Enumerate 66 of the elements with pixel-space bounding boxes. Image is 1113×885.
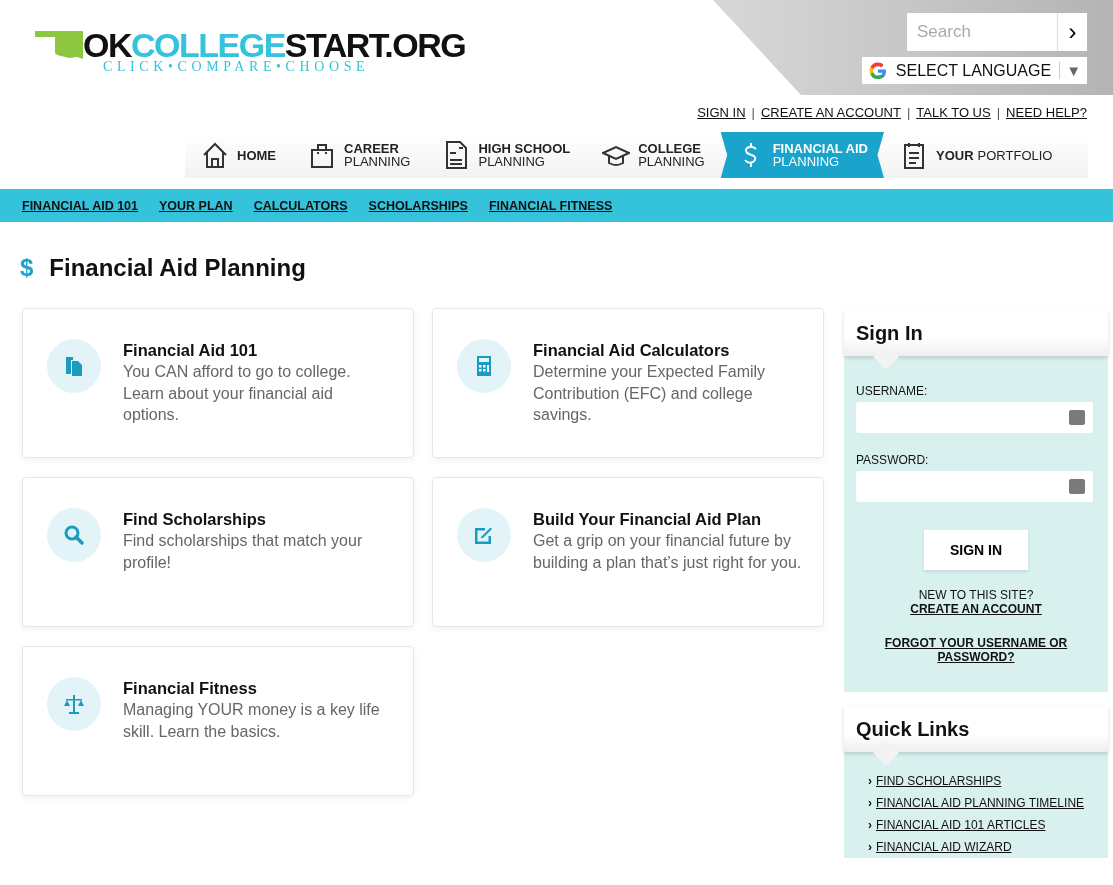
card[interactable]: Build Your Financial Aid Plan Get a grip on your financial future by building a plan that’s just right for you. <box>432 477 824 627</box>
nav-tab[interactable]: YOUR PORTFOLIO <box>884 132 1069 178</box>
logo-tagline: CLICK•COMPARE•CHOOSE <box>103 59 371 75</box>
chevron-icon: › <box>868 840 872 854</box>
subnav-link[interactable]: SCHOLARSHIPS <box>368 198 468 213</box>
nav-tab[interactable]: CAREER PLANNING <box>292 132 427 178</box>
panel-title: Sign In <box>856 321 923 345</box>
chevron-icon: › <box>868 796 872 810</box>
card-title: Build Your Financial Aid Plan <box>533 510 762 529</box>
sign-in-button[interactable]: SIGN IN <box>923 530 1029 570</box>
card-title: Financial Aid 101 <box>123 341 259 360</box>
edit-icon <box>457 508 511 562</box>
card-title: Find Scholarships <box>123 510 268 529</box>
search-icon <box>47 508 101 562</box>
card[interactable]: Find Scholarships Find scholarships that match your profile! <box>22 477 414 627</box>
card-description: Determine your Expected Family Contribution (EFC) and college savings. <box>533 362 767 425</box>
card-description: You CAN afford to go to college. Learn about your financial aid options. <box>123 362 352 425</box>
quick-link[interactable]: FINANCIAL AID PLANNING TIMELINE <box>876 796 1085 810</box>
subnav-link[interactable]: FINANCIAL AID 101 <box>22 198 138 213</box>
page-title: Financial Aid Planning <box>49 254 306 282</box>
quick-link[interactable]: FINANCIAL AID 101 ARTICLES <box>876 818 1046 832</box>
site-logo[interactable]: OKCOLLEGESTART.ORG <box>83 28 466 62</box>
panel-title: Quick Links <box>856 717 970 741</box>
nav-tab[interactable]: HIGH SCHOOL PLANNING <box>426 132 587 178</box>
top-link[interactable]: NEED HELP? <box>1006 105 1087 120</box>
forgot-credentials-link[interactable]: FORGOT YOUR USERNAME OR PASSWORD? <box>881 636 1071 664</box>
password-manager-icon <box>1069 479 1085 494</box>
scale-icon <box>47 677 101 731</box>
card-title: Financial Aid Calculators <box>533 341 731 360</box>
quick-link[interactable]: FINANCIAL AID WIZARD <box>876 840 1012 854</box>
nav-tab[interactable]: COLLEGE PLANNING <box>586 132 721 178</box>
chevron-icon: › <box>868 818 872 832</box>
link-separator: | <box>906 105 911 120</box>
google-icon <box>867 60 888 81</box>
clipboard-icon <box>47 339 101 393</box>
chevron-icon: › <box>868 774 872 788</box>
password-field[interactable] <box>856 471 1093 502</box>
new-user-prompt: NEW TO THIS SITE? <box>918 588 1034 602</box>
field-label: PASSWORD: <box>856 453 929 467</box>
language-select[interactable]: SELECT LANGUAGE ▼ <box>861 57 1087 84</box>
field-label: USERNAME: <box>856 384 928 398</box>
home-icon <box>201 140 229 170</box>
top-link[interactable]: SIGN IN <box>697 105 746 120</box>
oklahoma-map-icon <box>35 31 85 59</box>
card-description: Managing YOUR money is a key life skill. Learn the basics. <box>123 700 381 742</box>
card[interactable]: Financial Aid 101 You CAN afford to go to college. Learn about your financial aid options. <box>22 308 414 458</box>
password-manager-icon <box>1069 410 1085 425</box>
card-description: Find scholarships that match your profile! <box>123 531 364 573</box>
card[interactable]: Financial Fitness Managing YOUR money is a key life skill. Learn the basics. <box>22 646 414 796</box>
link-separator: | <box>751 105 755 120</box>
create-account-link[interactable]: CREATE AN ACCOUNT <box>910 602 1042 616</box>
dollar-icon: $ <box>20 254 34 282</box>
top-link[interactable]: CREATE AN ACCOUNT <box>761 105 901 120</box>
search-field[interactable]: Search › <box>907 13 1087 51</box>
subnav-link[interactable]: YOUR PLAN <box>159 198 233 213</box>
card-description: Get a grip on your financial future by building a plan that’s just right for you. <box>533 531 803 573</box>
subnav-link[interactable]: FINANCIAL FITNESS <box>488 198 613 213</box>
username-field[interactable] <box>856 402 1093 433</box>
card-title: Financial Fitness <box>123 679 258 698</box>
card[interactable]: Financial Aid Calculators Determine your Expected Family Contribution (EFC) and college savings. <box>432 308 824 458</box>
top-link[interactable]: TALK TO US <box>916 105 991 120</box>
calculator-icon <box>457 339 511 393</box>
subnav-link[interactable]: CALCULATORS <box>253 198 348 213</box>
quick-link[interactable]: FIND SCHOLARSHIPS <box>876 774 1002 788</box>
link-separator: | <box>996 105 1001 120</box>
nav-tab[interactable]: HOME <box>185 132 292 178</box>
